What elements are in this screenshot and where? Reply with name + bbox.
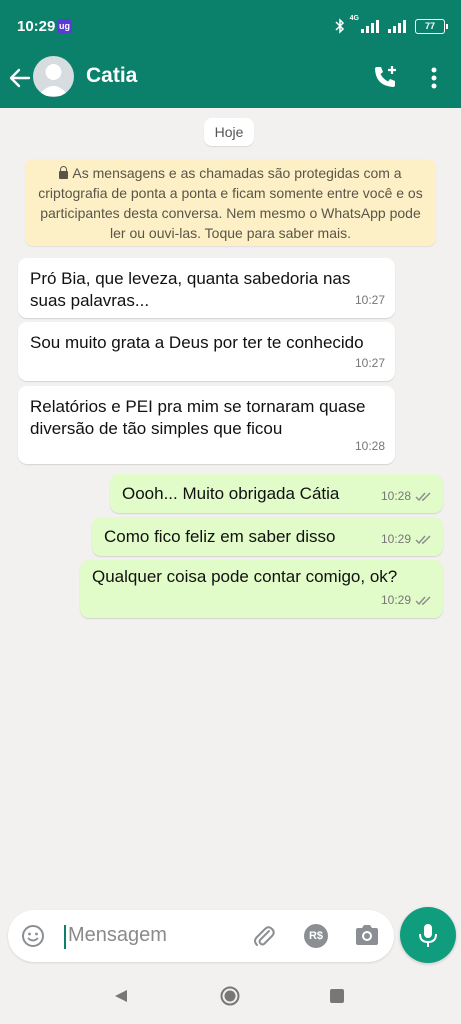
camera-icon[interactable] xyxy=(354,923,380,947)
status-bar: 10:29 ug 4G 77 xyxy=(0,0,461,52)
read-ticks-icon xyxy=(415,596,431,605)
message-bubble[interactable]: Qualquer coisa pode contar comigo, ok? 1… xyxy=(80,560,443,618)
encryption-notice[interactable]: As mensagens e as chamadas são protegida… xyxy=(25,159,436,246)
chat-header: Catia xyxy=(0,52,461,108)
date-chip: Hoje xyxy=(204,118,254,146)
message-time: 10:28 xyxy=(354,439,385,453)
read-ticks-icon xyxy=(415,492,431,501)
message-composer: Mensagem R$ xyxy=(8,910,394,962)
message-bubble[interactable]: Oooh... Muito obrigada Cátia 10:28 xyxy=(110,474,443,513)
message-bubble[interactable]: Relatórios e PEI pra mim se tornaram qua… xyxy=(18,386,395,464)
message-text: Relatórios e PEI pra mim se tornaram qua… xyxy=(30,397,366,438)
message-input[interactable]: Mensagem xyxy=(68,924,167,947)
message-time: 10:27 xyxy=(354,356,385,370)
message-text: Qualquer coisa pode contar comigo, ok? xyxy=(92,567,398,586)
mic-button[interactable] xyxy=(400,907,456,963)
encryption-notice-text: As mensagens e as chamadas são protegida… xyxy=(38,165,423,241)
message-bubble[interactable]: Sou muito grata a Deus por ter te conhec… xyxy=(18,322,395,381)
emoji-icon[interactable] xyxy=(21,924,45,948)
chat-area[interactable]: Hoje As mensagens e as chamadas são prot… xyxy=(0,108,461,910)
message-text: Sou muito grata a Deus por ter te conhec… xyxy=(30,333,364,352)
signal-icon-2 xyxy=(388,20,406,33)
message-time: 10:29 xyxy=(380,532,411,546)
nav-home-icon[interactable] xyxy=(220,986,240,1006)
attach-icon[interactable] xyxy=(252,923,276,949)
message-time: 10:27 xyxy=(354,293,385,307)
message-time: 10:28 xyxy=(380,489,411,503)
bluetooth-icon xyxy=(335,18,344,34)
back-arrow-icon[interactable] xyxy=(7,65,33,91)
signal-icon xyxy=(361,20,379,33)
mic-icon xyxy=(419,924,437,947)
message-bubble[interactable]: Como fico feliz em saber disso 10:29 xyxy=(92,517,443,556)
message-text: Pró Bia, que leveza, quanta sabedoria na… xyxy=(30,269,351,310)
contact-name[interactable]: Catia xyxy=(86,64,137,88)
add-call-icon[interactable] xyxy=(371,63,399,91)
status-time: 10:29 xyxy=(17,18,56,35)
app-notification-badge: ug xyxy=(57,19,72,34)
payment-icon[interactable]: R$ xyxy=(304,924,328,948)
read-ticks-icon xyxy=(415,535,431,544)
message-bubble[interactable]: Pró Bia, que leveza, quanta sabedoria na… xyxy=(18,258,395,318)
status-icons: 4G 77 xyxy=(335,15,448,37)
text-caret xyxy=(64,925,66,949)
network-type-label: 4G xyxy=(349,15,359,22)
battery-icon: 77 xyxy=(415,18,448,34)
nav-back-icon[interactable] xyxy=(113,988,129,1004)
system-nav-bar xyxy=(0,968,461,1024)
more-vert-icon[interactable] xyxy=(423,64,445,92)
lock-icon xyxy=(59,166,69,179)
avatar[interactable] xyxy=(33,56,74,97)
message-time: 10:29 xyxy=(380,593,411,607)
nav-recents-icon[interactable] xyxy=(330,989,344,1003)
